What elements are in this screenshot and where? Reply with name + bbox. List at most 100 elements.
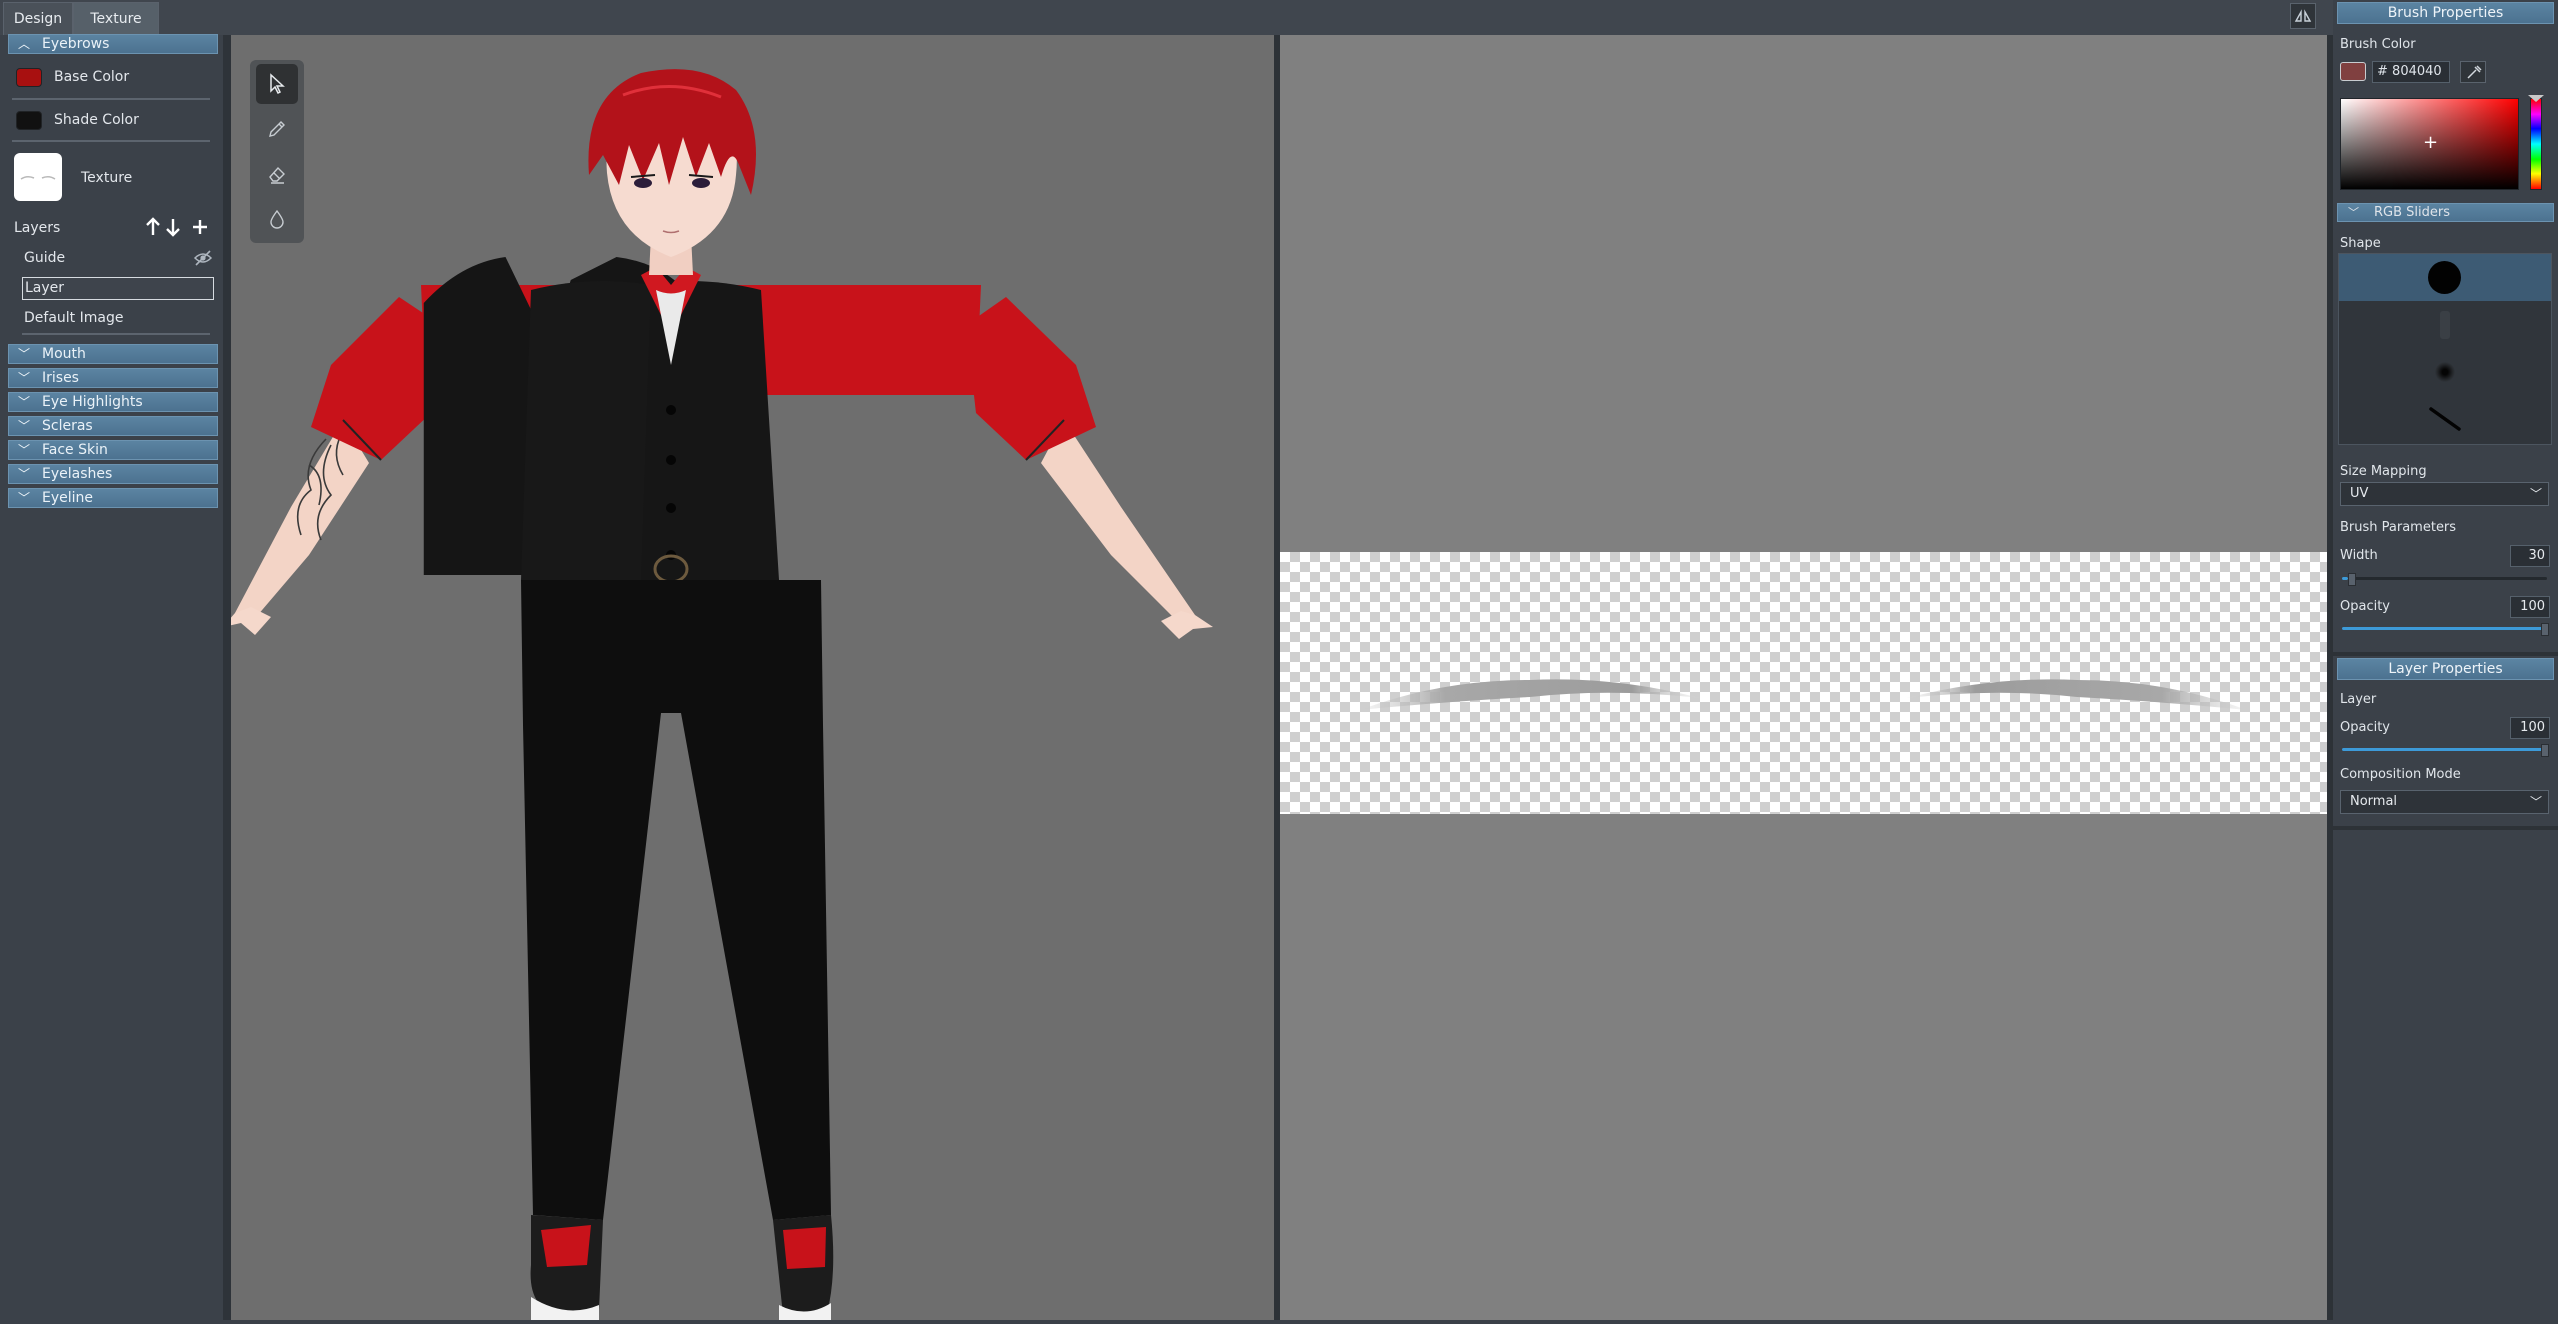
shade-color-label: Shade Color bbox=[54, 112, 139, 128]
divider bbox=[22, 333, 210, 335]
brush-width-slider[interactable] bbox=[2342, 573, 2547, 586]
section-eyeline[interactable]: ﹀ Eyeline bbox=[8, 488, 218, 508]
layer-label: Layer bbox=[2340, 692, 2377, 707]
panel-divider bbox=[2333, 652, 2558, 656]
size-mapping-value: UV bbox=[2350, 486, 2369, 501]
chevron-down-icon: ﹀ bbox=[17, 371, 30, 385]
rgb-sliders-label: RGB Sliders bbox=[2374, 205, 2451, 220]
section-label: Scleras bbox=[42, 418, 93, 434]
size-mapping-label: Size Mapping bbox=[2340, 464, 2427, 479]
texture-label: Texture bbox=[81, 170, 133, 186]
flat-brush-icon bbox=[2440, 311, 2450, 339]
fill-drop-icon[interactable] bbox=[256, 199, 298, 239]
chevron-down-icon: ﹀ bbox=[17, 395, 30, 409]
brush-opacity-field[interactable]: 100 bbox=[2510, 596, 2550, 618]
size-mapping-select[interactable]: UV ﹀ bbox=[2340, 482, 2549, 506]
eraser-icon[interactable] bbox=[256, 154, 298, 194]
hard-round-brush-icon bbox=[2428, 261, 2461, 294]
chevron-down-icon: ﹀ bbox=[17, 467, 30, 481]
soft-round-brush-icon bbox=[2435, 362, 2455, 382]
tool-palette bbox=[250, 60, 304, 243]
layer-name: Guide bbox=[24, 250, 66, 266]
color-saturation-picker[interactable]: + bbox=[2340, 98, 2519, 190]
brush-shape-soft-round[interactable] bbox=[2339, 348, 2551, 395]
hue-slider[interactable] bbox=[2528, 95, 2544, 190]
section-label: Irises bbox=[42, 370, 79, 386]
arrow-up-icon[interactable] bbox=[144, 216, 162, 238]
section-mouth[interactable]: ﹀ Mouth bbox=[8, 344, 218, 364]
brush-width-slider-handle[interactable] bbox=[2347, 573, 2356, 586]
section-label: Mouth bbox=[42, 346, 86, 362]
layer-item-default-image[interactable]: Default Image bbox=[12, 306, 217, 330]
pencil-icon[interactable] bbox=[256, 109, 298, 149]
brush-opacity-slider[interactable] bbox=[2342, 623, 2549, 636]
brush-shape-hard-round[interactable] bbox=[2339, 254, 2551, 301]
brush-width-field[interactable]: 30 bbox=[2510, 545, 2550, 567]
section-eyebrows[interactable]: ︿ Eyebrows bbox=[8, 34, 218, 54]
section-label: Face Skin bbox=[42, 442, 108, 458]
texture-thumbnail[interactable] bbox=[14, 153, 62, 201]
chevron-down-icon: ﹀ bbox=[2529, 795, 2542, 809]
chevron-down-icon: ﹀ bbox=[17, 419, 30, 433]
section-scleras[interactable]: ﹀ Scleras bbox=[8, 416, 218, 436]
brush-properties-title: Brush Properties bbox=[2337, 2, 2554, 24]
section-eyelashes[interactable]: ﹀ Eyelashes bbox=[8, 464, 218, 484]
layer-opacity-label: Opacity bbox=[2340, 720, 2391, 735]
layer-properties-title: Layer Properties bbox=[2337, 658, 2554, 680]
brush-opacity-slider-handle[interactable] bbox=[2541, 623, 2549, 636]
section-irises[interactable]: ﹀ Irises bbox=[8, 368, 218, 388]
brush-width-label: Width bbox=[2340, 548, 2378, 563]
brush-shape-list bbox=[2338, 253, 2552, 445]
3d-viewport[interactable] bbox=[223, 35, 1274, 1320]
composition-mode-value: Normal bbox=[2350, 794, 2398, 809]
eyedropper-icon[interactable] bbox=[2460, 61, 2486, 83]
composition-mode-label: Composition Mode bbox=[2340, 767, 2461, 782]
brush-opacity-slider-fill bbox=[2342, 627, 2547, 630]
section-face-skin[interactable]: ﹀ Face Skin bbox=[8, 440, 218, 460]
left-panel-splitter[interactable] bbox=[223, 35, 231, 1320]
layer-name: Layer bbox=[25, 280, 65, 296]
hue-slider-handle[interactable] bbox=[2528, 95, 2544, 102]
divider bbox=[12, 140, 210, 142]
section-label: Eyebrows bbox=[42, 36, 110, 52]
layer-item-layer[interactable]: Layer bbox=[22, 277, 214, 300]
arrow-down-icon[interactable] bbox=[164, 216, 182, 238]
rgb-sliders-toggle[interactable]: ﹀ RGB Sliders bbox=[2337, 203, 2554, 222]
brush-color-label: Brush Color bbox=[2340, 37, 2416, 52]
brush-shape-diagonal[interactable] bbox=[2339, 395, 2551, 443]
eyebrow-texture-strokes bbox=[1360, 679, 2247, 710]
brush-opacity-label: Opacity bbox=[2340, 599, 2391, 614]
layer-opacity-slider[interactable] bbox=[2342, 744, 2549, 757]
base-color-swatch[interactable] bbox=[16, 68, 42, 87]
brush-hex-field[interactable]: # 804040 bbox=[2372, 61, 2450, 83]
panel-divider bbox=[2333, 826, 2558, 830]
eye-hidden-icon[interactable] bbox=[193, 249, 213, 267]
layers-heading: Layers bbox=[14, 220, 61, 236]
hex-value: 804040 bbox=[2392, 64, 2442, 79]
chevron-down-icon: ﹀ bbox=[2348, 206, 2359, 219]
composition-mode-select[interactable]: Normal ﹀ bbox=[2340, 790, 2549, 814]
layer-name: Default Image bbox=[24, 310, 124, 326]
section-label: Eye Highlights bbox=[42, 394, 143, 410]
picker-crosshair-icon[interactable]: + bbox=[2423, 134, 2438, 152]
layer-opacity-slider-fill bbox=[2342, 748, 2547, 751]
layer-opacity-slider-handle[interactable] bbox=[2541, 744, 2549, 757]
viewport-toggle-icon[interactable] bbox=[2290, 3, 2316, 29]
tab-texture[interactable]: Texture bbox=[73, 2, 159, 35]
plus-icon[interactable] bbox=[190, 217, 210, 237]
select-arrow-icon[interactable] bbox=[256, 64, 298, 104]
divider bbox=[12, 98, 210, 100]
chevron-down-icon: ﹀ bbox=[17, 443, 30, 457]
section-eye-highlights[interactable]: ﹀ Eye Highlights bbox=[8, 392, 218, 412]
tab-design[interactable]: Design bbox=[3, 2, 73, 35]
brush-shape-flat[interactable] bbox=[2339, 301, 2551, 348]
texture-transparency-area[interactable] bbox=[1280, 552, 2327, 814]
chevron-down-icon: ﹀ bbox=[17, 347, 30, 361]
section-label: Eyeline bbox=[42, 490, 94, 506]
shade-color-swatch[interactable] bbox=[16, 111, 42, 130]
hex-prefix: # bbox=[2377, 64, 2388, 79]
layer-item-guide[interactable]: Guide bbox=[12, 246, 217, 270]
layer-opacity-field[interactable]: 100 bbox=[2510, 717, 2550, 739]
brush-parameters-label: Brush Parameters bbox=[2340, 520, 2457, 535]
brush-color-swatch[interactable] bbox=[2340, 62, 2366, 81]
